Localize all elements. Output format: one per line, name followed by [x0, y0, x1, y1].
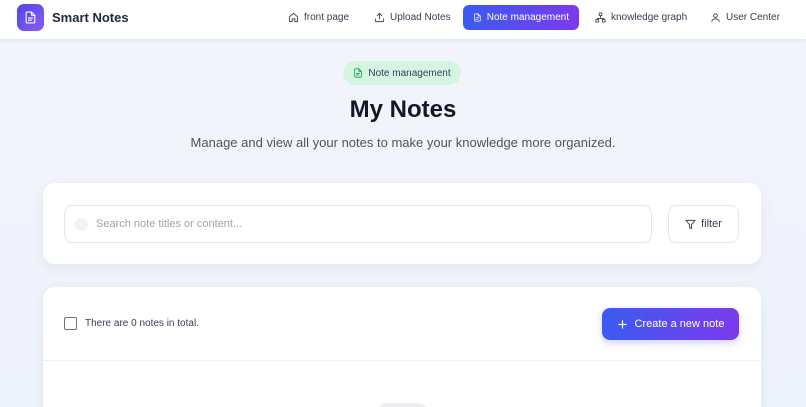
- section-badge: Note management: [343, 61, 461, 85]
- search-icon: [75, 218, 88, 231]
- section-badge-label: Note management: [368, 67, 451, 79]
- notes-list-panel: There are 0 notes in total. Create a new…: [43, 287, 761, 407]
- nav-item-upload-notes[interactable]: Upload Notes: [364, 5, 461, 30]
- plus-icon: [617, 319, 627, 329]
- upload-icon: [374, 12, 385, 23]
- document-icon: [25, 11, 36, 24]
- top-navbar: Smart Notes front page Upload Notes Note…: [0, 0, 806, 39]
- nav-item-front-page[interactable]: front page: [278, 5, 359, 30]
- nav-item-user-center[interactable]: User Center: [700, 5, 790, 30]
- notes-count: There are 0 notes in total.: [85, 318, 199, 329]
- document-icon: [474, 13, 481, 22]
- search-field[interactable]: [64, 205, 652, 243]
- nav-item-label: knowledge graph: [611, 12, 688, 23]
- divider: [43, 360, 761, 361]
- page-subtitle: Manage and view all your notes to make y…: [190, 135, 616, 150]
- filter-icon: [685, 219, 696, 229]
- app-name: Smart Notes: [52, 10, 129, 25]
- nav-item-note-management[interactable]: Note management: [463, 5, 579, 30]
- user-icon: [711, 13, 720, 23]
- nav-item-label: front page: [304, 12, 350, 23]
- app-logo[interactable]: [17, 4, 44, 31]
- search-panel: filter: [43, 183, 761, 264]
- nav-item-label: Note management: [486, 12, 569, 23]
- nav-item-label: Upload Notes: [390, 12, 451, 23]
- create-note-label: Create a new note: [634, 318, 725, 330]
- nav-item-label: User Center: [726, 12, 780, 23]
- graph-icon: [595, 12, 606, 23]
- filter-button[interactable]: filter: [668, 205, 739, 243]
- nav-item-knowledge-graph[interactable]: knowledge graph: [585, 5, 697, 30]
- select-all-checkbox[interactable]: [64, 317, 77, 330]
- filter-button-label: filter: [701, 218, 722, 230]
- home-icon: [288, 12, 299, 23]
- empty-state-placeholder: [377, 403, 428, 407]
- create-note-button[interactable]: Create a new note: [602, 308, 739, 340]
- document-icon: [354, 68, 363, 78]
- page-title: My Notes: [349, 96, 457, 123]
- search-input[interactable]: [96, 206, 636, 242]
